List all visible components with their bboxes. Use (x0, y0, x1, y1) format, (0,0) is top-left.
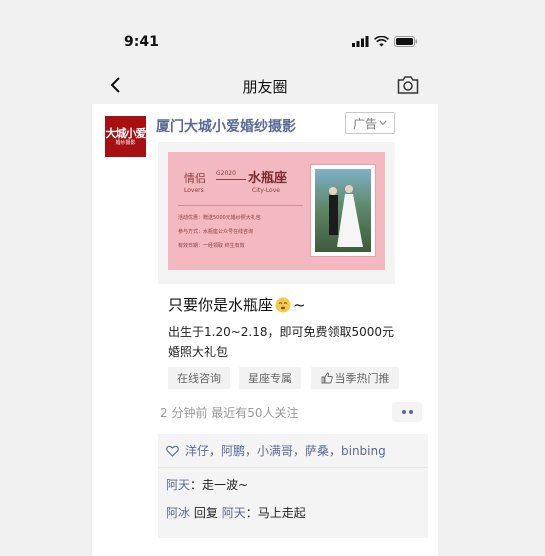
likes-comments-panel: 洋仔，阿鹏，小满哥，萨桑，binbing 阿天：走一波~ 阿冰 回复 阿天：马上… (158, 434, 428, 538)
banner-right-subtitle: City-Love (252, 187, 280, 194)
comment-item[interactable]: 阿冰 回复 阿天：马上走起 (166, 504, 306, 521)
banner-divider (178, 205, 303, 206)
banner-year: G2020 (216, 170, 236, 177)
likes-row: 洋仔，阿鹏，小满哥，萨桑，binbing (166, 442, 386, 459)
more-dot (401, 410, 406, 414)
ad-banner: 情侣 Lovers G2020 水瓶座 City-Love 活动优惠：赠送500… (168, 152, 385, 270)
moments-feed: 大城小爱 婚纱摄影 厦门大城小爱婚纱摄影 广告 情侣 Lovers G2020 … (92, 104, 438, 556)
thumbs-up-icon (321, 372, 333, 384)
emoji-icon (275, 297, 291, 312)
comment-separator: ： (245, 506, 258, 520)
comment-reply-to[interactable]: 阿天 (222, 506, 246, 520)
ad-label: 广告 (352, 116, 377, 131)
caption-tail: ~ (293, 295, 306, 314)
comment-reply-word: 回复 (193, 506, 218, 520)
avatar-logo-subtext: 婚纱摄影 (115, 139, 136, 146)
divider (158, 467, 428, 468)
comment-item[interactable]: 阿天：走一波~ (166, 476, 248, 493)
banner-line-method: 参与方式：水瓶座公众号在线咨询 (178, 229, 254, 235)
nav-bar: 朋友圈 (92, 68, 438, 104)
banner-left-subtitle: Lovers (184, 187, 204, 194)
status-bar: 9:41 (92, 18, 438, 68)
battery-icon (394, 36, 418, 47)
author-name[interactable]: 厦门大城小爱婚纱摄影 (156, 116, 296, 136)
chevron-down-icon (379, 120, 387, 126)
chip-hot-season-label: 当季热门推 (334, 372, 390, 385)
comment-text: 走一波~ (202, 478, 249, 492)
post-meta: 2 分钟前 最近有50人关注 (160, 406, 299, 420)
ad-image-card[interactable]: 情侣 Lovers G2020 水瓶座 City-Love 活动优惠：赠送500… (158, 142, 395, 284)
banner-arrow-line (216, 179, 246, 180)
banner-line-validity: 有效日期：一经领取 终生有效 (178, 243, 245, 249)
likes-names[interactable]: 洋仔，阿鹏，小满哥，萨桑，binbing (185, 442, 386, 459)
more-dot (408, 410, 413, 414)
heart-icon (166, 445, 179, 457)
page-title: 朋友圈 (242, 78, 288, 96)
more-options-button[interactable] (392, 402, 422, 422)
status-time: 9:41 (124, 34, 159, 50)
caption-text: 只要你是水瓶座 (168, 296, 274, 314)
avatar[interactable]: 大城小爱 婚纱摄影 (105, 116, 147, 157)
wedding-photo-image (315, 169, 371, 252)
comment-separator: ： (190, 478, 203, 492)
status-icons (352, 36, 418, 47)
banner-right-title: 水瓶座 (248, 171, 288, 186)
banner-line-offer: 活动优惠：赠送5000元婚纱照大礼包 (178, 215, 261, 221)
post-description: 出生于1.20~2.18，即可免费领取5000元婚照大礼包 (168, 325, 395, 359)
signal-icon (352, 36, 369, 47)
wifi-icon (374, 36, 389, 47)
avatar-logo-text: 大城小爱 (105, 126, 147, 140)
phone-frame: 9:41 朋友圈 大城小爱 婚纱摄影 厦门大城小爱婚纱摄影 广告 情侣 Love… (92, 18, 438, 556)
comment-author[interactable]: 阿冰 (166, 506, 190, 520)
post-caption: 只要你是水瓶座 ~ (168, 294, 306, 315)
ad-button[interactable]: 广告 (345, 112, 395, 134)
chip-online-consult[interactable]: 在线咨询 (168, 367, 230, 389)
chip-hot-season[interactable]: 当季热门推 (311, 367, 399, 389)
comment-text: 马上走起 (257, 506, 306, 520)
wedding-photo (311, 165, 375, 256)
chip-zodiac-exclusive[interactable]: 星座专属 (239, 367, 301, 389)
camera-icon[interactable] (396, 74, 420, 96)
comment-author[interactable]: 阿天 (166, 478, 190, 492)
banner-left-title: 情侣 (184, 172, 206, 185)
